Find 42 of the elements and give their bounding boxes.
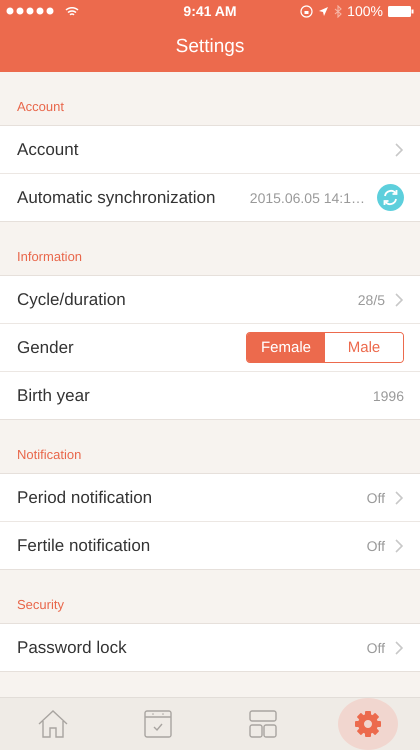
settings-row[interactable]: Account bbox=[0, 126, 420, 173]
row-value: 28/5 bbox=[358, 292, 385, 308]
location-icon bbox=[318, 6, 330, 16]
chevron-icon bbox=[395, 538, 404, 552]
chevron-icon bbox=[395, 640, 404, 654]
settings-row[interactable]: Cycle/duration 28/5 bbox=[0, 276, 420, 323]
row-value: 2015.06.05 14:1… bbox=[250, 190, 365, 206]
section-header: Security bbox=[17, 597, 64, 612]
chevron-icon bbox=[395, 490, 404, 504]
row-label: Gender bbox=[17, 338, 75, 358]
section-header: Information bbox=[17, 249, 82, 264]
status-time: 9:41 AM bbox=[183, 3, 237, 19]
wifi-icon bbox=[65, 6, 79, 16]
settings-row[interactable]: Fertile notification Off bbox=[0, 521, 420, 569]
chevron-icon bbox=[395, 292, 404, 306]
row-label: Password lock bbox=[17, 638, 128, 658]
calendar-check-icon bbox=[144, 710, 172, 738]
row-value: Off bbox=[366, 538, 385, 554]
rotation-lock-icon bbox=[300, 4, 314, 18]
settings-row[interactable]: Password lock Off bbox=[0, 624, 420, 671]
section-header: Account bbox=[17, 99, 64, 114]
tab-button[interactable] bbox=[338, 698, 398, 750]
screen-title: Settings bbox=[176, 36, 244, 58]
row-value: 1996 bbox=[372, 388, 404, 404]
settings-row[interactable]: Period notification Off bbox=[0, 474, 420, 521]
sync-icon[interactable] bbox=[377, 184, 404, 211]
home-icon bbox=[36, 709, 68, 739]
row-label: Cycle/duration bbox=[17, 290, 127, 310]
battery-icon bbox=[388, 6, 414, 16]
row-value: Off bbox=[366, 640, 385, 656]
section-header: Notification bbox=[17, 447, 82, 462]
chevron-icon bbox=[395, 142, 404, 156]
row-label: Birth year bbox=[17, 386, 91, 406]
row-value: Off bbox=[366, 490, 385, 506]
row-label: Period notification bbox=[17, 488, 154, 508]
battery-percent: 100% bbox=[347, 3, 383, 19]
row-label: Automatic synchronization bbox=[17, 188, 216, 208]
bluetooth-icon bbox=[334, 4, 342, 18]
layout-icon bbox=[248, 710, 276, 738]
row-label: Account bbox=[17, 140, 80, 160]
settings-icon bbox=[354, 710, 382, 738]
row-label: Fertile notification bbox=[17, 536, 152, 556]
